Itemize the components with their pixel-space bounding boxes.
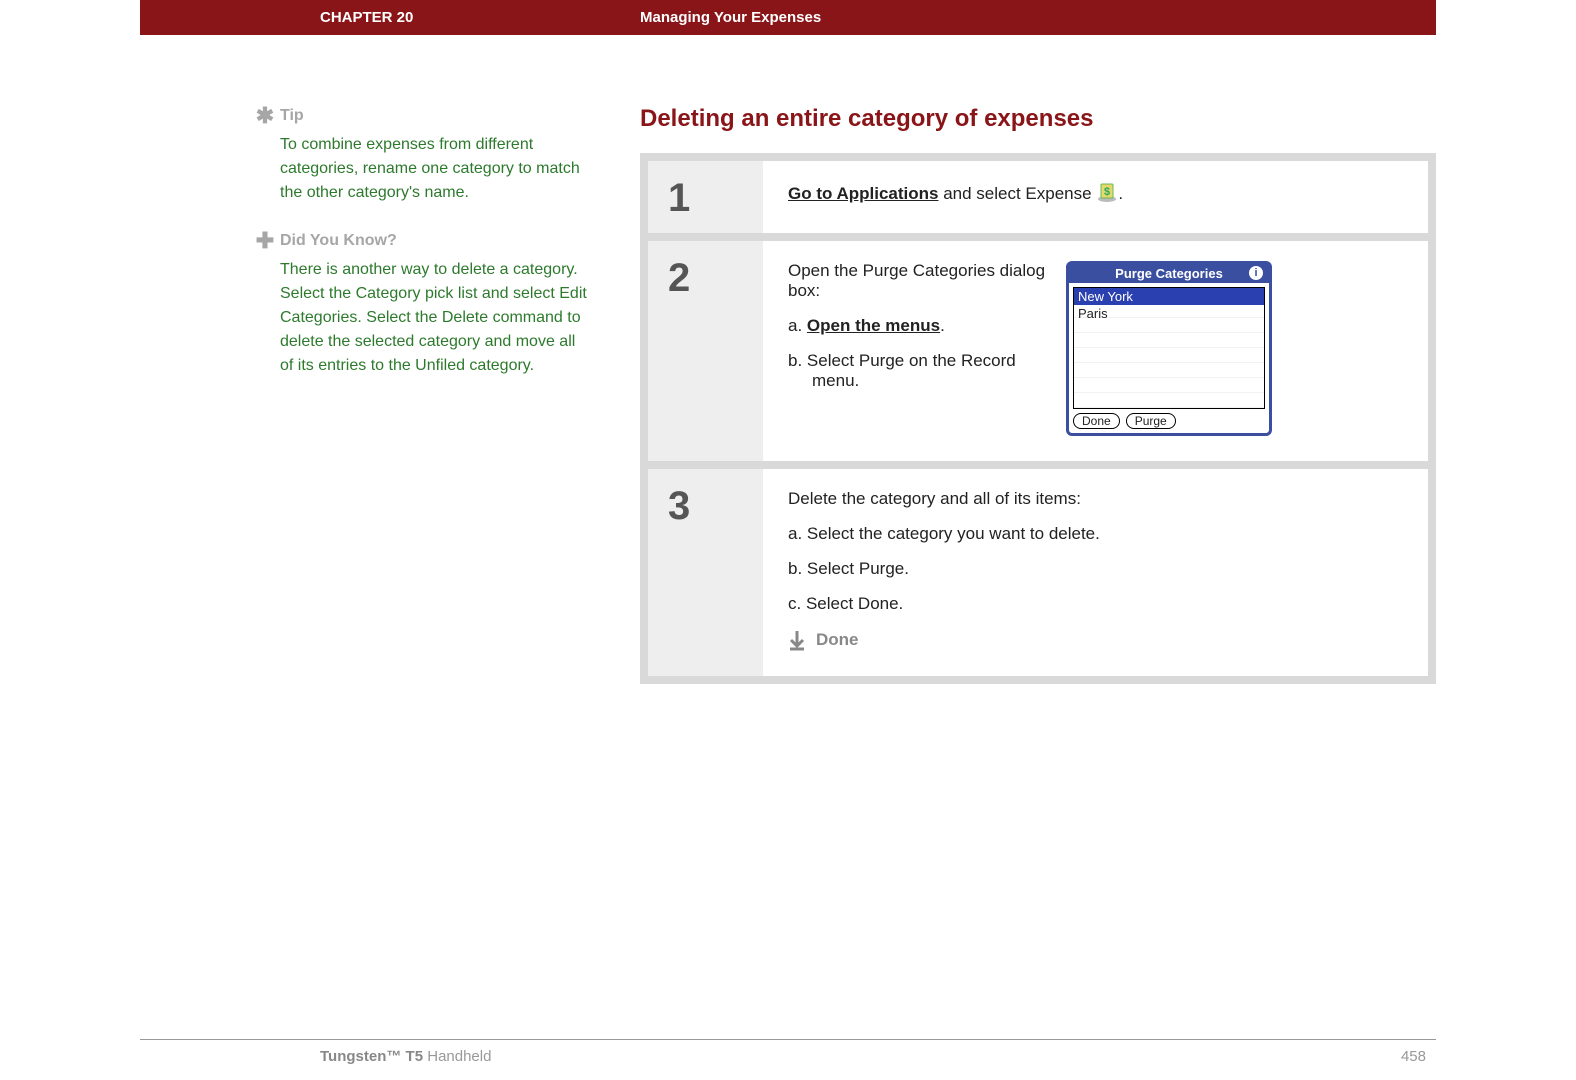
step-2: 2 Open the Purge Categories dialog box: …: [648, 241, 1428, 461]
tip-label: Tip: [280, 107, 304, 125]
done-label: Done: [816, 630, 859, 650]
step2-a-after: .: [940, 316, 945, 335]
section-title: Deleting an entire category of expenses: [640, 105, 1436, 133]
purge-button[interactable]: Purge: [1126, 413, 1176, 429]
step3-a: a. Select the category you want to delet…: [788, 524, 1403, 544]
step1-period: .: [1118, 184, 1123, 203]
step-number: 2: [648, 241, 763, 461]
down-arrow-icon: [788, 629, 806, 651]
step3-c: c. Select Done.: [788, 594, 1403, 614]
page-header: CHAPTER 20 Managing Your Expenses: [140, 0, 1436, 35]
didyouknow-note: ✚ Did You Know? There is another way to …: [280, 230, 590, 378]
dialog-title: Purge Categories: [1115, 266, 1223, 281]
step-3: 3 Delete the category and all of its ite…: [648, 469, 1428, 676]
svg-text:$: $: [1104, 186, 1110, 198]
step-number: 1: [648, 161, 763, 233]
chapter-label: CHAPTER 20: [320, 9, 640, 26]
step2-b: b. Select Purge on the Record menu.: [788, 351, 1048, 391]
plus-icon: ✚: [250, 230, 280, 252]
list-item[interactable]: New York: [1074, 288, 1264, 305]
step1-text: and select Expense: [938, 184, 1096, 203]
go-to-applications-link[interactable]: Go to Applications: [788, 184, 938, 203]
steps-container: 1 Go to Applications and select Expense …: [640, 153, 1436, 684]
step2-lead: Open the Purge Categories dialog box:: [788, 261, 1048, 301]
asterisk-icon: ✱: [250, 105, 280, 127]
tip-body: To combine expenses from different categ…: [280, 133, 590, 205]
step3-lead: Delete the category and all of its items…: [788, 489, 1403, 509]
dialog-title-bar: Purge Categories i: [1069, 264, 1269, 283]
step3-b: b. Select Purge.: [788, 559, 1403, 579]
step2-a-prefix: a.: [788, 316, 807, 335]
list-item[interactable]: Paris: [1074, 305, 1264, 322]
product-name: Tungsten™ T5 Handheld: [320, 1048, 491, 1065]
expense-app-icon: $: [1096, 181, 1118, 208]
done-indicator: Done: [788, 629, 1403, 651]
didyouknow-body: There is another way to delete a categor…: [280, 258, 590, 378]
page-footer: Tungsten™ T5 Handheld 458: [140, 1039, 1436, 1065]
open-the-menus-link[interactable]: Open the menus: [807, 316, 940, 335]
step-1: 1 Go to Applications and select Expense …: [648, 161, 1428, 233]
step-number: 3: [648, 469, 763, 676]
purge-categories-dialog: Purge Categories i New York Paris Done P…: [1066, 261, 1272, 436]
page-number: 458: [1401, 1048, 1426, 1065]
category-list[interactable]: New York Paris: [1073, 287, 1265, 409]
didyouknow-label: Did You Know?: [280, 232, 397, 250]
tip-note: ✱ Tip To combine expenses from different…: [280, 105, 590, 205]
done-button[interactable]: Done: [1073, 413, 1120, 429]
info-icon[interactable]: i: [1249, 266, 1263, 280]
sidebar: ✱ Tip To combine expenses from different…: [280, 105, 590, 684]
header-title: Managing Your Expenses: [640, 9, 821, 26]
